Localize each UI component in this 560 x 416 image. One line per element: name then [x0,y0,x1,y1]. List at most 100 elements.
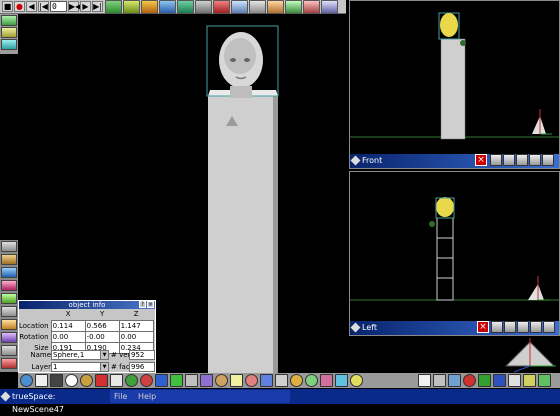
color-ball-icon[interactable] [140,374,153,387]
chevron-down-icon[interactable]: ▼ [100,351,108,359]
menu-file[interactable]: File [114,392,127,401]
frame-field[interactable]: 0 [50,1,67,12]
name-label: Name [30,351,51,359]
cone-primitive-icon[interactable] [65,374,78,387]
mirror-tool-icon[interactable] [260,374,273,387]
left-toolbar [0,14,18,54]
left-toolbar-lower [0,240,18,372]
scene-editor-icon[interactable] [493,374,506,387]
unglue-icon[interactable] [267,0,284,14]
left-view-eye-icon[interactable] [491,321,503,333]
left-view-close-icon[interactable]: × [477,321,489,333]
smooth-tool-icon[interactable] [245,374,258,387]
sweep-tool-icon[interactable] [200,374,213,387]
object-info-title[interactable]: object info ? × [19,301,155,309]
prev-frame-icon[interactable]: ◀ [26,1,37,12]
navigation-widget[interactable] [500,336,560,373]
copy-icon[interactable] [231,0,248,14]
light-icon[interactable] [1,280,17,291]
close-icon[interactable]: × [147,301,154,308]
column-header: Z [133,310,139,319]
left-view-pan-icon[interactable] [504,321,516,333]
render-object-icon[interactable] [418,374,431,387]
camera-anim-icon[interactable] [350,374,363,387]
location-x-field[interactable]: 0.114 [50,319,86,332]
front-view-eye-icon[interactable] [490,154,502,166]
light-tool-icon[interactable] [155,374,168,387]
undo-icon[interactable] [195,0,212,14]
render-icon[interactable] [321,0,338,14]
front-view-close-icon[interactable]: × [475,154,487,166]
menu-help[interactable]: Help [138,392,156,401]
first-frame-icon[interactable]: |◀ [38,1,49,12]
view-tool-icon[interactable] [1,15,17,26]
boolean-tool-icon[interactable] [230,374,243,387]
object-tool-icon[interactable] [105,0,122,14]
front-view[interactable]: Front × [349,0,560,169]
next-frame-icon[interactable]: ▶ [80,1,91,12]
front-view-zoom-icon[interactable] [516,154,528,166]
axes-icon[interactable] [285,0,302,14]
rotate-tool-icon[interactable] [123,0,140,14]
navigate-tool-icon[interactable] [1,39,17,50]
animation-icon[interactable] [1,332,17,343]
animation-tool-icon[interactable] [305,374,318,387]
material-icon[interactable] [1,254,17,265]
left-view[interactable]: Left × [349,171,560,336]
left-view-zoom-icon[interactable] [517,321,529,333]
preferences-icon[interactable] [538,374,551,387]
keyframe-tool-icon[interactable] [320,374,333,387]
left-view-max-icon[interactable] [543,321,555,333]
primitives-icon[interactable] [1,293,17,304]
rotation-x-field[interactable]: 0.00 [50,330,86,343]
rotation-y-field[interactable]: -0.00 [84,330,120,343]
deform-icon[interactable] [1,306,17,317]
library-icon[interactable] [1,241,17,252]
front-view-max-icon[interactable] [542,154,554,166]
camera-tool-icon[interactable] [159,0,176,14]
hierarchy-icon[interactable] [303,0,320,14]
front-view-pan-icon[interactable] [503,154,515,166]
spline-tool-icon[interactable] [170,374,183,387]
text-tool-icon[interactable] [110,374,123,387]
location-y-field[interactable]: 0.566 [84,319,120,332]
erase-icon[interactable] [213,0,230,14]
sphere-primitive-icon[interactable] [20,374,33,387]
stop-render-icon[interactable] [463,374,476,387]
render-to-file-icon[interactable] [478,374,491,387]
lathe-tool-icon[interactable] [185,374,198,387]
help-icon[interactable]: ? [139,301,146,308]
rotation-z-field[interactable]: 0.00 [118,330,154,343]
chevron-down-icon[interactable]: ▼ [100,363,108,371]
render-area-icon[interactable] [448,374,461,387]
cube-primitive-icon[interactable] [35,374,48,387]
glue-icon[interactable] [249,0,266,14]
array-tool-icon[interactable] [275,374,288,387]
paint-icon[interactable] [1,267,17,278]
deform-tool-icon[interactable] [215,374,228,387]
cylinder-primitive-icon[interactable] [50,374,63,387]
record-icon[interactable]: ● [14,1,25,12]
last-frame-icon[interactable]: ▶| [92,1,103,12]
stop-icon[interactable]: ■ [2,1,13,12]
render-tool-icon[interactable] [1,358,17,369]
left-view-rotate-icon[interactable] [530,321,542,333]
play-icon[interactable]: ▶◀ [68,1,81,12]
path-anim-icon[interactable] [335,374,348,387]
path-tool-icon[interactable] [177,0,194,14]
location-z-field[interactable]: 1.147 [118,319,154,332]
utility-icon[interactable] [1,345,17,356]
plane-primitive-icon[interactable] [95,374,108,387]
name-dropdown[interactable]: Sphere,1 ▼ [51,350,109,360]
torus-primitive-icon[interactable] [80,374,93,387]
display-options-icon[interactable] [508,374,521,387]
select-tool-icon[interactable] [1,27,17,38]
render-scene-icon[interactable] [433,374,446,387]
figure-tool-icon[interactable] [290,374,303,387]
layer-dropdown[interactable]: 1 ▼ [51,362,109,372]
material-ball-icon[interactable] [125,374,138,387]
boolean-icon[interactable] [1,319,17,330]
front-view-rotate-icon[interactable] [529,154,541,166]
layers-icon[interactable] [523,374,536,387]
scale-tool-icon[interactable] [141,0,158,14]
